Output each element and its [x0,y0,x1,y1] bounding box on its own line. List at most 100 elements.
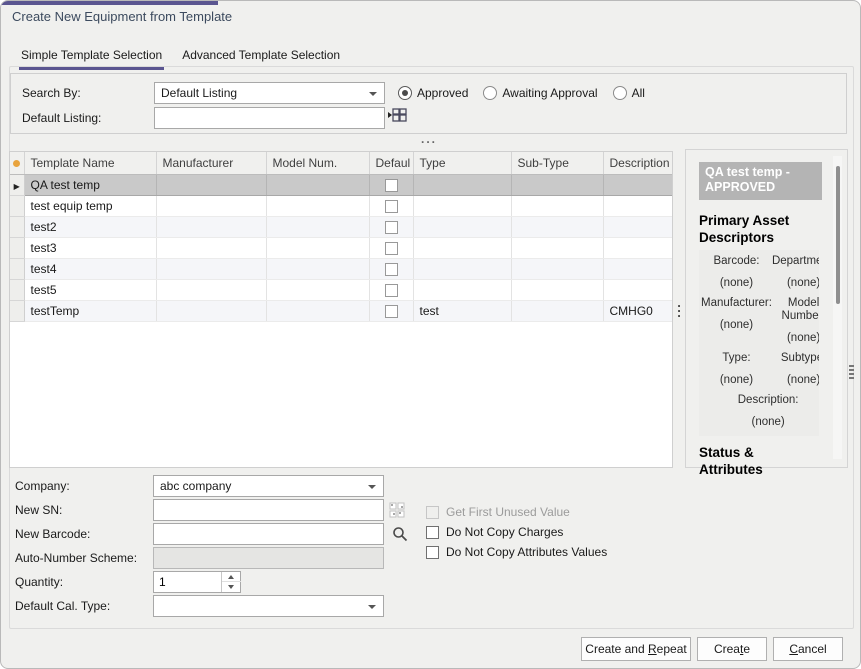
cell-type[interactable] [413,237,511,258]
scrollbar-thumb[interactable] [836,166,840,304]
preview-header: QA test temp - APPROVED [699,162,822,200]
cell-subtype[interactable] [511,216,603,237]
table-row[interactable]: test2 [10,216,672,237]
panel-splitter-grip[interactable] [849,365,854,381]
cell-model[interactable] [266,300,369,321]
cell-subtype[interactable] [511,258,603,279]
cell-manufacturer[interactable] [156,279,266,300]
create-button[interactable]: Create [697,637,767,661]
col-default[interactable]: Defaul [369,152,413,174]
cell-template-name[interactable]: test4 [24,258,156,279]
cell-description[interactable] [603,237,672,258]
col-description[interactable]: Description [603,152,672,174]
default-checkbox[interactable] [385,263,398,276]
cell-type[interactable] [413,216,511,237]
cell-model[interactable] [266,216,369,237]
splitter-handle[interactable]: ... [421,132,437,146]
cell-template-name[interactable]: testTemp [24,300,156,321]
cell-description[interactable]: CMHG0 [603,300,672,321]
cell-model[interactable] [266,174,369,195]
keypad-icon[interactable] [389,502,406,522]
radio-all[interactable]: All [613,86,645,100]
default-cal-type-combobox[interactable] [153,595,384,617]
cell-template-name[interactable]: QA test temp [24,174,156,195]
cell-subtype[interactable] [511,300,603,321]
default-checkbox[interactable] [385,242,398,255]
table-row[interactable]: test3 [10,237,672,258]
radio-awaiting-approval[interactable]: Awaiting Approval [483,86,597,100]
search-icon[interactable] [392,526,408,545]
cell-model[interactable] [266,237,369,258]
col-model-num[interactable]: Model Num. [266,152,369,174]
cell-type[interactable] [413,279,511,300]
row-indicator [10,174,24,195]
quantity-stepper[interactable] [153,571,241,593]
default-checkbox[interactable] [385,200,398,213]
cell-description[interactable] [603,195,672,216]
new-barcode-input[interactable] [153,523,384,545]
cell-subtype[interactable] [511,195,603,216]
cell-default [369,258,413,279]
new-sn-input[interactable] [153,499,384,521]
table-row[interactable]: testTemp test CMHG0 [10,300,672,321]
cell-manufacturer[interactable] [156,195,266,216]
checkbox-icon[interactable] [426,546,439,559]
cell-description[interactable] [603,216,672,237]
cell-manufacturer[interactable] [156,258,266,279]
default-checkbox[interactable] [385,284,398,297]
company-combobox[interactable]: abc company [153,475,384,497]
table-row[interactable]: QA test temp [10,174,672,195]
cell-model[interactable] [266,258,369,279]
table-row[interactable]: test5 [10,279,672,300]
cell-type[interactable]: test [413,300,511,321]
col-template-name[interactable]: Template Name [24,152,156,174]
grid-more-icon[interactable]: ... [675,300,683,315]
cell-model[interactable] [266,279,369,300]
col-manufacturer[interactable]: Manufacturer [156,152,266,174]
row-indicator [10,258,24,279]
spin-down-icon[interactable] [222,582,241,592]
cell-manufacturer[interactable] [156,174,266,195]
descriptor-grid: Barcode: (none) Department: (none) Manuf… [699,250,819,436]
cell-description[interactable] [603,279,672,300]
cell-description[interactable] [603,174,672,195]
cell-type[interactable] [413,258,511,279]
radio-approved[interactable]: Approved [398,86,468,100]
cell-subtype[interactable] [511,279,603,300]
cell-default [369,216,413,237]
cell-manufacturer[interactable] [156,237,266,258]
checkbox-icon[interactable] [426,526,439,539]
default-checkbox[interactable] [385,305,398,318]
default-checkbox[interactable] [385,179,398,192]
cell-model[interactable] [266,195,369,216]
cell-template-name[interactable]: test5 [24,279,156,300]
cell-manufacturer[interactable] [156,300,266,321]
create-and-repeat-button[interactable]: Create and Repeat [581,637,691,661]
cancel-button[interactable]: Cancel [773,637,843,661]
cell-subtype[interactable] [511,174,603,195]
quantity-input[interactable] [154,572,220,592]
cell-template-name[interactable]: test equip temp [24,195,156,216]
checkbox-do-not-copy-attributes-values[interactable]: Do Not Copy Attributes Values [426,542,607,562]
listing-picker-icon[interactable] [388,107,407,127]
col-type[interactable]: Type [413,152,511,174]
cell-manufacturer[interactable] [156,216,266,237]
cell-type[interactable] [413,195,511,216]
cell-template-name[interactable]: test3 [24,237,156,258]
table-row[interactable]: test equip temp [10,195,672,216]
spin-up-icon[interactable] [222,572,241,582]
default-listing-input[interactable] [154,107,385,129]
cell-description[interactable] [603,258,672,279]
table-row[interactable]: test4 [10,258,672,279]
row-indicator [10,216,24,237]
preview-scrollbar[interactable] [833,156,842,459]
cell-subtype[interactable] [511,237,603,258]
grid-header-row: Template Name Manufacturer Model Num. De… [10,152,672,174]
col-sub-type[interactable]: Sub-Type [511,152,603,174]
grid-corner-header[interactable] [10,152,24,174]
cell-template-name[interactable]: test2 [24,216,156,237]
search-by-combobox[interactable]: Default Listing [154,82,385,104]
default-checkbox[interactable] [385,221,398,234]
checkbox-do-not-copy-charges[interactable]: Do Not Copy Charges [426,522,607,542]
cell-type[interactable] [413,174,511,195]
